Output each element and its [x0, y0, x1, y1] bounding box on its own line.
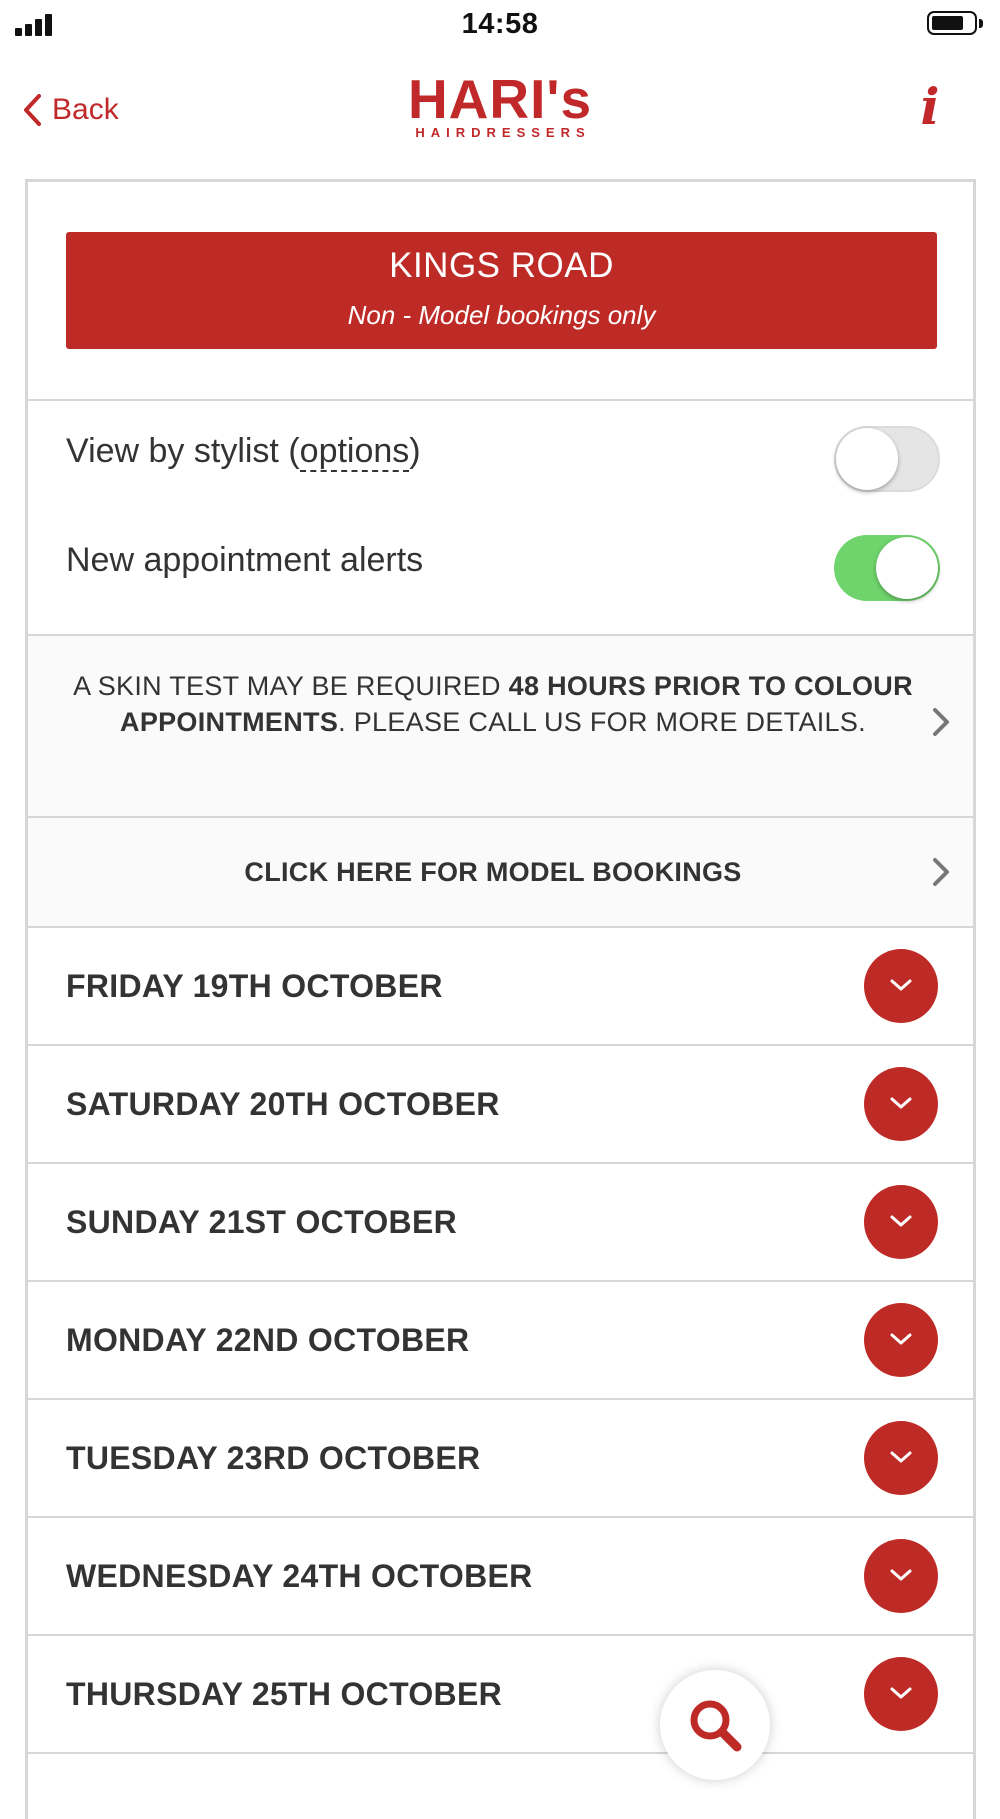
view-by-stylist-row: View by stylist (options) — [28, 404, 973, 504]
day-row-wednesday[interactable]: WEDNESDAY 24TH OCTOBER — [28, 1518, 973, 1634]
day-label: WEDNESDAY 24TH OCTOBER — [66, 1558, 533, 1594]
logo-sub-text: HAIRDRESSERS — [415, 125, 591, 140]
day-label: THURSDAY 25TH OCTOBER — [66, 1676, 503, 1712]
location-banner: KINGS ROAD Non - Model bookings only — [66, 232, 937, 349]
chevron-right-icon — [933, 858, 949, 886]
appointment-alerts-row: New appointment alerts — [28, 513, 973, 613]
skin-test-notice-text: A SKIN TEST MAY BE REQUIRED 48 HOURS PRI… — [73, 671, 913, 737]
model-bookings-link[interactable]: CLICK HERE FOR MODEL BOOKINGS — [28, 818, 973, 926]
appointment-alerts-label: New appointment alerts — [66, 541, 424, 579]
divider — [28, 1752, 973, 1754]
location-title: KINGS ROAD — [389, 246, 614, 285]
appointment-alerts-toggle[interactable] — [834, 535, 940, 601]
day-row-monday[interactable]: MONDAY 22ND OCTOBER — [28, 1282, 973, 1398]
day-label: SATURDAY 20TH OCTOBER — [66, 1086, 500, 1122]
expand-button[interactable] — [864, 1303, 938, 1377]
booking-card: KINGS ROAD Non - Model bookings only Vie… — [25, 179, 976, 1819]
day-row-sunday[interactable]: SUNDAY 21ST OCTOBER — [28, 1164, 973, 1280]
battery-icon — [927, 11, 983, 37]
divider — [28, 399, 973, 401]
model-bookings-label: CLICK HERE FOR MODEL BOOKINGS — [244, 857, 742, 887]
skin-test-notice[interactable]: A SKIN TEST MAY BE REQUIRED 48 HOURS PRI… — [28, 636, 973, 816]
view-by-stylist-toggle[interactable] — [834, 426, 940, 492]
chevron-down-icon — [890, 1569, 912, 1581]
day-row-saturday[interactable]: SATURDAY 20TH OCTOBER — [28, 1046, 973, 1162]
expand-button[interactable] — [864, 1539, 938, 1613]
info-icon[interactable]: i — [910, 72, 950, 142]
search-icon — [690, 1700, 742, 1752]
expand-button[interactable] — [864, 949, 938, 1023]
search-button[interactable] — [660, 1670, 770, 1780]
options-link[interactable]: options — [299, 432, 410, 472]
chevron-down-icon — [890, 979, 912, 991]
status-bar: 14:58 — [0, 0, 1000, 50]
day-row-friday[interactable]: FRIDAY 19TH OCTOBER — [28, 928, 973, 1044]
expand-button[interactable] — [864, 1067, 938, 1141]
expand-button[interactable] — [864, 1657, 938, 1731]
day-label: SUNDAY 21ST OCTOBER — [66, 1204, 457, 1240]
location-subtitle: Non - Model bookings only — [347, 300, 656, 330]
view-by-stylist-label: View by stylist (options) — [66, 432, 421, 472]
day-label: FRIDAY 19TH OCTOBER — [66, 968, 443, 1004]
chevron-down-icon — [890, 1097, 912, 1109]
chevron-down-icon — [890, 1333, 912, 1345]
day-row-thursday[interactable]: THURSDAY 25TH OCTOBER — [28, 1636, 973, 1752]
logo-main-text: HARI's — [407, 68, 593, 130]
chevron-right-icon — [933, 708, 949, 736]
day-row-tuesday[interactable]: TUESDAY 23RD OCTOBER — [28, 1400, 973, 1516]
status-time: 14:58 — [461, 8, 539, 40]
day-label: MONDAY 22ND OCTOBER — [66, 1322, 470, 1358]
day-label: TUESDAY 23RD OCTOBER — [66, 1440, 481, 1476]
expand-button[interactable] — [864, 1185, 938, 1259]
brand-logo: HARI's HAIRDRESSERS — [0, 68, 1000, 141]
chevron-down-icon — [890, 1451, 912, 1463]
chevron-down-icon — [890, 1687, 912, 1699]
expand-button[interactable] — [864, 1421, 938, 1495]
chevron-down-icon — [890, 1215, 912, 1227]
nav-bar: Back HARI's HAIRDRESSERS i — [0, 60, 1000, 180]
